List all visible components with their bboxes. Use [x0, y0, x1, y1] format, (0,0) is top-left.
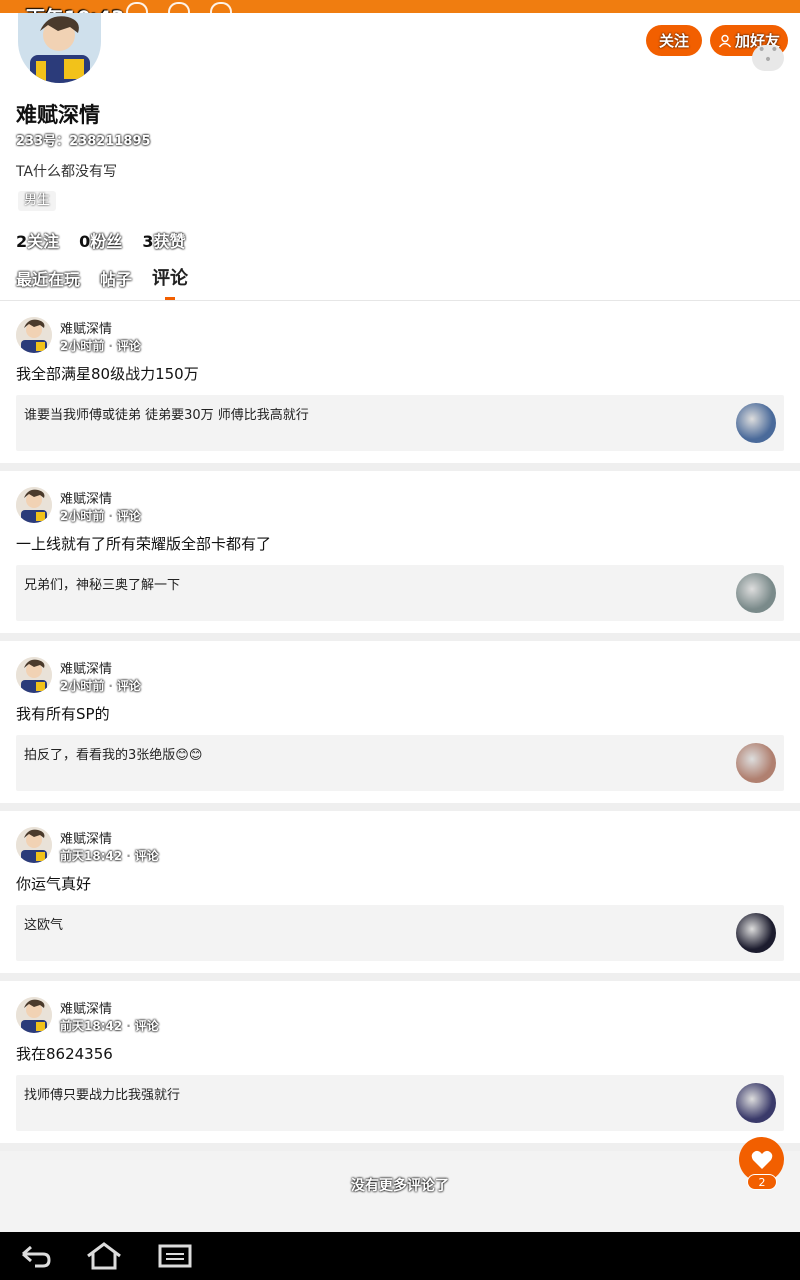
quoted-post-text: 拍反了，看看我的3张绝版😊😊 — [24, 748, 203, 763]
more-menu-icon[interactable]: • • • — [752, 43, 784, 71]
meta-separator: · — [126, 1019, 131, 1033]
tab-comments[interactable]: 评论 — [152, 264, 188, 300]
comment-text: 一上线就有了所有荣耀版全部卡都有了 — [16, 535, 272, 553]
gender-badge: 男生 — [18, 191, 57, 211]
quoted-post-text: 找师傅只要战力比我强就行 — [24, 1088, 181, 1103]
comment-text: 你运气真好 — [16, 875, 92, 893]
avatar[interactable] — [16, 487, 52, 523]
profile-stats: 2关注 0粉丝 3获赞 — [16, 228, 185, 252]
avatar[interactable] — [16, 827, 52, 863]
comment-author[interactable]: 难赋深情 — [60, 998, 112, 1017]
quoted-post-thumbnail — [736, 403, 776, 443]
comment-author[interactable]: 难赋深情 — [60, 488, 112, 507]
comment-type: 评论 — [134, 849, 159, 863]
comment-meta: 2小时前 · 评论 — [60, 507, 141, 524]
quoted-post-thumbnail — [736, 1083, 776, 1123]
quoted-post-thumbnail — [736, 573, 776, 613]
meta-separator: · — [108, 679, 113, 693]
meta-separator: · — [108, 509, 113, 523]
list-footer: 没有更多评论了 — [0, 1151, 800, 1232]
like-count-badge: 2 — [747, 1174, 777, 1190]
quoted-post-thumbnail — [736, 913, 776, 953]
profile-tabs: 最近在玩 帖子 评论 — [16, 266, 188, 300]
comment-text: 我全部满星80级战力150万 — [16, 365, 199, 383]
comment-card[interactable]: 难赋深情 2小时前 · 评论 我全部满星80级战力150万 谁要当我师傅或徒弟 徒弟要30… — [0, 301, 800, 463]
profile-nickname: 难赋深情 — [16, 103, 100, 127]
follow-button-label: 关注 — [658, 32, 689, 50]
tab-recent-play[interactable]: 最近在玩 — [16, 266, 80, 300]
meta-separator: · — [126, 849, 131, 863]
comment-author[interactable]: 难赋深情 — [60, 658, 112, 677]
comment-meta: 2小时前 · 评论 — [60, 677, 141, 694]
comment-time: 前天18:42 — [60, 1019, 123, 1033]
avatar[interactable] — [16, 657, 52, 693]
quoted-post-text: 兄弟们，神秘三奥了解一下 — [24, 578, 181, 593]
comment-card[interactable]: 难赋深情 2小时前 · 评论 我有所有SP的 拍反了，看看我的3张绝版😊😊 — [0, 641, 800, 803]
comment-type: 评论 — [116, 509, 141, 523]
avatar[interactable] — [16, 997, 52, 1033]
comment-meta: 2小时前 · 评论 — [60, 337, 141, 354]
stat-following[interactable]: 2关注 — [16, 228, 59, 252]
quoted-post[interactable]: 兄弟们，神秘三奥了解一下 — [16, 565, 784, 621]
card-separator — [0, 1143, 800, 1151]
quoted-post[interactable]: 找师傅只要战力比我强就行 — [16, 1075, 784, 1131]
card-separator — [0, 633, 800, 641]
add-user-icon — [718, 34, 732, 47]
profile-header: 关注 加好友 • • • 难赋深情 233号：238211895 TA什么都没有… — [0, 13, 800, 301]
meta-separator: · — [108, 339, 113, 353]
comment-author[interactable]: 难赋深情 — [60, 318, 112, 337]
stat-likes[interactable]: 3获赞 — [142, 228, 185, 252]
quoted-post[interactable]: 这欧气 — [16, 905, 784, 961]
comment-time: 2小时前 — [60, 339, 105, 353]
comment-meta: 前天18:42 · 评论 — [60, 847, 159, 864]
tab-posts[interactable]: 帖子 — [100, 266, 132, 300]
no-more-comments: 没有更多评论了 — [351, 1178, 449, 1194]
stat-fans[interactable]: 0粉丝 — [79, 228, 122, 252]
comment-meta: 前天18:42 · 评论 — [60, 1017, 159, 1034]
comment-card[interactable]: 难赋深情 前天18:42 · 评论 你运气真好 这欧气 — [0, 811, 800, 973]
card-separator — [0, 463, 800, 471]
comment-card[interactable]: 难赋深情 2小时前 · 评论 一上线就有了所有荣耀版全部卡都有了 兄弟们，神秘三奥了解一下 — [0, 471, 800, 633]
comment-author[interactable]: 难赋深情 — [60, 828, 112, 847]
comment-type: 评论 — [134, 1019, 159, 1033]
quoted-post[interactable]: 谁要当我师傅或徒弟 徒弟要30万 师傅比我高就行 — [16, 395, 784, 451]
back-icon[interactable] — [17, 1242, 53, 1270]
comment-time: 2小时前 — [60, 509, 105, 523]
quoted-post-text: 这欧气 — [24, 918, 64, 933]
home-icon[interactable] — [86, 1242, 122, 1270]
comment-type: 评论 — [116, 679, 141, 693]
comment-time: 2小时前 — [60, 679, 105, 693]
profile-uid: 233号：238211895 — [16, 134, 151, 149]
profile-bio: TA什么都没有写 — [16, 164, 118, 180]
comment-card[interactable]: 难赋深情 前天18:42 · 评论 我在8624356 找师傅只要战力比我强就行 — [0, 981, 800, 1143]
heart-icon — [751, 1150, 772, 1169]
card-separator — [0, 973, 800, 981]
avatar[interactable] — [18, 13, 101, 83]
recent-apps-icon[interactable] — [158, 1242, 194, 1270]
comment-type: 评论 — [116, 339, 141, 353]
follow-button[interactable]: 关注 — [646, 25, 702, 56]
comment-time: 前天18:42 — [60, 849, 123, 863]
comment-text: 我在8624356 — [16, 1045, 113, 1063]
quoted-post-thumbnail — [736, 743, 776, 783]
quoted-post[interactable]: 拍反了，看看我的3张绝版😊😊 — [16, 735, 784, 791]
comment-text: 我有所有SP的 — [16, 705, 110, 723]
system-nav-bar — [0, 1232, 800, 1280]
card-separator — [0, 803, 800, 811]
quoted-post-text: 谁要当我师傅或徒弟 徒弟要30万 师傅比我高就行 — [24, 408, 309, 423]
avatar[interactable] — [16, 317, 52, 353]
